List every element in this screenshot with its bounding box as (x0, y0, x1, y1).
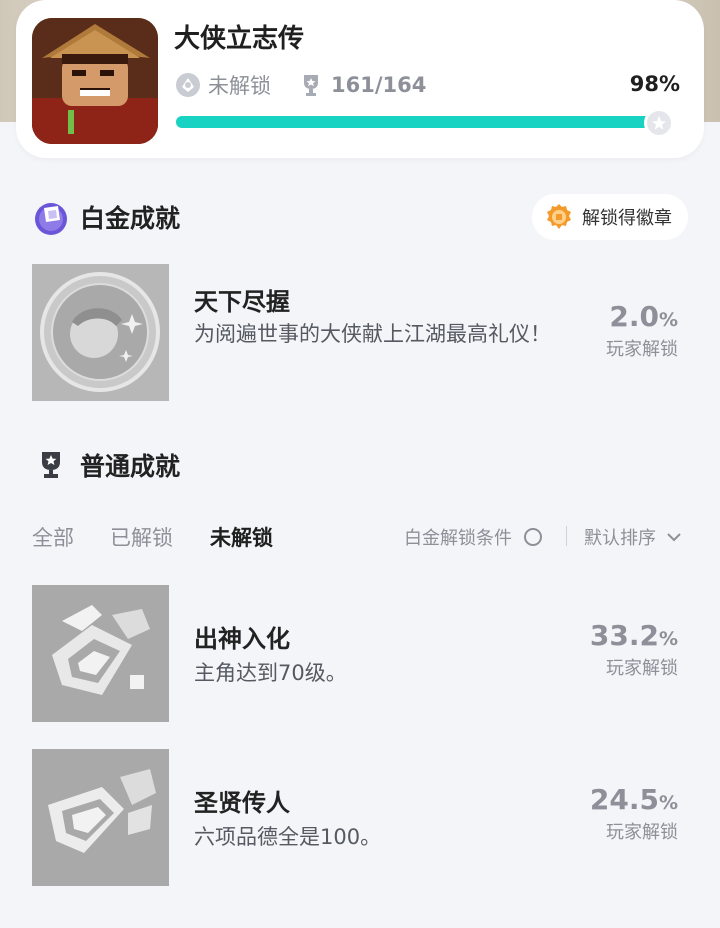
tab-unlocked[interactable]: 已解锁 (110, 522, 173, 552)
achievement-row[interactable]: 出神入化 主角达到70级。 33.2% 玩家解锁 (32, 585, 688, 723)
rate-label: 玩家解锁 (606, 822, 678, 843)
platinum-achievement-row[interactable]: 天下尽握 为阅遍世事的大侠献上江湖最高礼仪！ 2.0% 玩家解锁 (32, 264, 688, 402)
info-circle-icon (524, 528, 542, 546)
completion-progress-fill (176, 116, 663, 128)
tab-all[interactable]: 全部 (32, 522, 74, 552)
achievement-name: 圣贤传人 (194, 789, 290, 817)
achievement-name: 天下尽握 (194, 288, 290, 316)
normal-section-title: 普通成就 (32, 446, 180, 484)
rate-value: 24.5 (589, 783, 659, 816)
achievement-row[interactable]: 圣贤传人 六项品德全是100。 24.5% 玩家解锁 (32, 749, 688, 887)
trophy-icon (304, 75, 318, 96)
rate-label: 玩家解锁 (606, 658, 678, 679)
platinum-icon (35, 203, 67, 235)
achievement-description: 主角达到70级。 (194, 661, 347, 685)
rate-label: 玩家解锁 (606, 339, 678, 360)
achievement-description: 六项品德全是100。 (194, 825, 382, 849)
achievement-name: 出神入化 (194, 625, 290, 653)
rate-value: 2.0 (609, 300, 659, 333)
badge-icon (547, 204, 571, 229)
unlock-badge-label: 解锁得徽章 (582, 208, 672, 229)
unlock-badge-button[interactable]: 解锁得徽章 (532, 194, 688, 240)
platinum-condition-filter[interactable]: 白金解锁条件 (404, 524, 542, 550)
platinum-section-title: 白金成就 (32, 198, 180, 236)
lock-status-icon (176, 73, 200, 97)
unlock-status-text: 未解锁 (208, 74, 271, 98)
game-header-card: 大侠立志传 未解锁 161/164 98% (16, 0, 704, 158)
rate-unit: % (658, 309, 678, 331)
rate-unit: % (658, 628, 678, 650)
achievement-filter-bar: 全部 已解锁 未解锁 白金解锁条件 默认排序 (32, 520, 688, 554)
achievement-rate: 33.2% 玩家解锁 (590, 619, 678, 680)
platinum-cap-icon (644, 108, 674, 138)
trophy-icon (42, 452, 60, 478)
filter-divider (566, 526, 567, 546)
achievement-description: 为阅遍世事的大侠献上江湖最高礼仪！ (194, 322, 551, 346)
chevron-down-icon (667, 533, 681, 542)
achievement-thumbnail (32, 264, 169, 401)
game-meta-row: 未解锁 161/164 (174, 70, 426, 100)
achievement-thumbnail (32, 585, 169, 722)
rate-value: 33.2 (589, 619, 659, 652)
tab-locked[interactable]: 未解锁 (210, 522, 273, 552)
game-title: 大侠立志传 (174, 24, 305, 54)
rate-unit: % (658, 792, 678, 814)
trophy-count: 161/164 (331, 73, 427, 97)
sort-dropdown[interactable]: 默认排序 (584, 524, 682, 550)
achievement-rate: 24.5% 玩家解锁 (590, 783, 678, 844)
achievement-rate: 2.0% 玩家解锁 (606, 300, 678, 361)
completion-percent: 98% (629, 72, 680, 96)
achievement-thumbnail (32, 749, 169, 886)
completion-progress-bar (176, 116, 672, 128)
game-cover-image[interactable] (32, 18, 158, 144)
